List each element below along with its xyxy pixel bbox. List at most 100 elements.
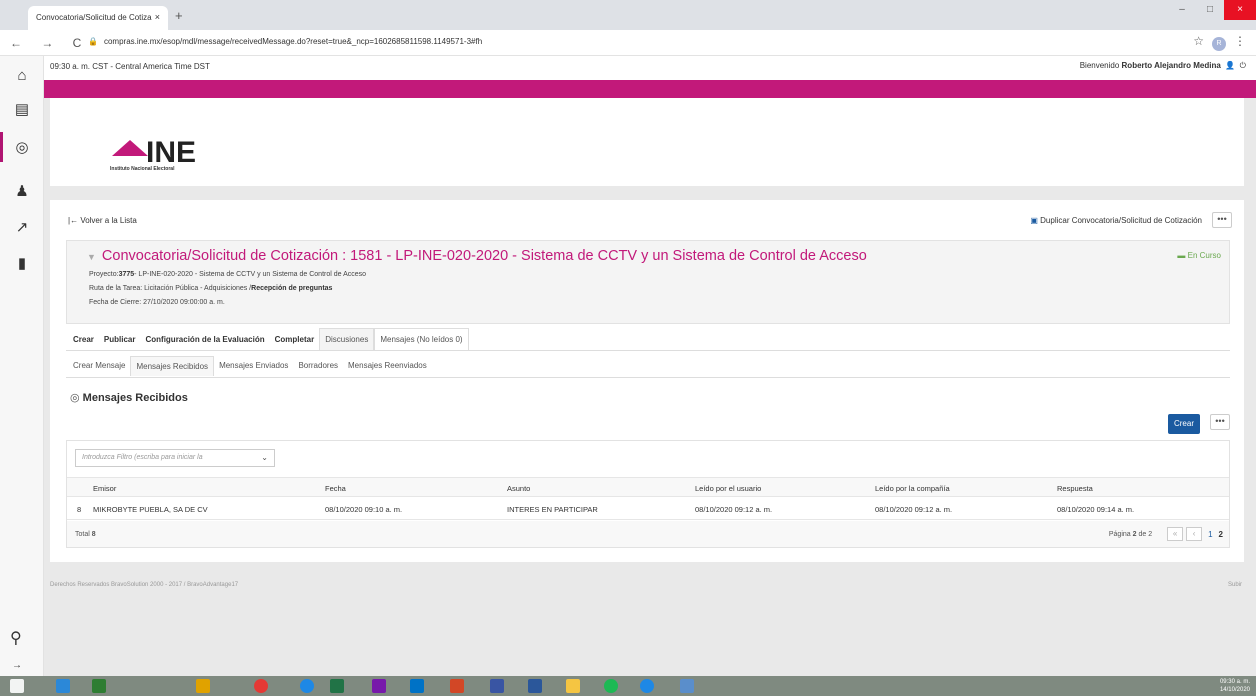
first-page-icon[interactable]: «	[1167, 527, 1184, 541]
project-label: Proyecto:	[89, 271, 119, 278]
nav-buttons[interactable]: ← → C	[10, 36, 89, 50]
documents-icon[interactable]: ▮	[12, 254, 32, 274]
back-to-top-link[interactable]: Subir	[1228, 582, 1242, 588]
cell-leido-usuario: 08/10/2020 09:12 a. m.	[695, 505, 773, 514]
powerpoint-icon[interactable]	[450, 679, 464, 693]
chevron-down-icon[interactable]: ⌄	[261, 453, 268, 462]
create-more-button[interactable]: •••	[1210, 414, 1230, 430]
browser-tab[interactable]: Convocatoria/Solicitud de Cotiza ×	[28, 6, 168, 30]
col-fecha[interactable]: Fecha	[325, 484, 346, 493]
sub-tabs: Crear Mensaje Mensajes Recibidos Mensaje…	[68, 356, 432, 376]
explorer-icon[interactable]	[196, 679, 210, 693]
more-options-button[interactable]: •••	[1212, 212, 1232, 228]
tab-mensajes[interactable]: Mensajes (No leídos 0)	[374, 328, 469, 350]
lock-icon: 🔒	[88, 37, 98, 46]
logo-subtitle: Instituto Nacional Electoral	[110, 166, 175, 172]
maximize-button[interactable]: □	[1196, 0, 1224, 20]
edge-legacy-icon[interactable]	[56, 679, 70, 693]
main-tabs: Crear Publicar Configuración de la Evalu…	[68, 328, 469, 350]
new-tab-button[interactable]: +	[175, 8, 183, 23]
active-indicator	[0, 132, 3, 162]
page-1-link[interactable]: 1	[1208, 530, 1212, 539]
kebab-menu-icon[interactable]: ⋮	[1234, 34, 1246, 48]
user-icon[interactable]: 👤	[1223, 61, 1237, 70]
outlook-icon[interactable]	[410, 679, 424, 693]
section-icon: ◎	[70, 392, 80, 404]
tab-close-icon[interactable]: ×	[155, 12, 160, 22]
copyright-text: Derechos Reservados BravoSolution 2000 -…	[50, 582, 239, 588]
back-to-list-link[interactable]: |← Volver a la Lista	[68, 216, 137, 225]
search-icon[interactable]: ⚲	[10, 628, 22, 648]
route-line: Ruta de la Tarea: Licitación Pública - A…	[89, 285, 332, 292]
tab-publicar[interactable]: Publicar	[99, 329, 141, 350]
tab-crear[interactable]: Crear	[68, 329, 99, 350]
excel-icon[interactable]	[330, 679, 344, 693]
col-asunto[interactable]: Asunto	[507, 484, 530, 493]
users-icon[interactable]: ♟	[12, 182, 32, 202]
project-id: 3775	[118, 271, 135, 278]
visio-icon[interactable]	[490, 679, 504, 693]
window-controls: – □ ×	[1168, 0, 1256, 22]
subtab-crear-mensaje[interactable]: Crear Mensaje	[68, 356, 130, 376]
onenote-icon[interactable]	[372, 679, 386, 693]
page-2-link[interactable]: 2	[1219, 530, 1223, 539]
create-button[interactable]: Crear	[1168, 414, 1200, 434]
duplicate-link[interactable]: ▣ Duplicar Convocatoria/Solicitud de Cot…	[1030, 216, 1202, 225]
edge-icon[interactable]	[300, 679, 314, 693]
home-icon[interactable]: ⌂	[12, 66, 32, 86]
spotify-icon[interactable]	[604, 679, 618, 693]
tab-completar[interactable]: Completar	[270, 329, 320, 350]
page-title: ▼ Convocatoria/Solicitud de Cotización : …	[87, 248, 867, 264]
cell-respuesta: 08/10/2020 09:14 a. m.	[1057, 505, 1135, 514]
notes-icon[interactable]	[566, 679, 580, 693]
cell-fecha: 08/10/2020 09:10 a. m.	[325, 505, 403, 514]
tab-configuracion[interactable]: Configuración de la Evaluación	[140, 329, 269, 350]
user-name[interactable]: Roberto Alejandro Medina	[1122, 61, 1221, 70]
cell-emisor[interactable]: MIKROBYTE PUEBLA, SA DE CV	[93, 505, 208, 514]
close-window-button[interactable]: ×	[1224, 0, 1256, 20]
subtab-mensajes-enviados[interactable]: Mensajes Enviados	[214, 356, 293, 376]
chrome-icon[interactable]	[254, 679, 268, 693]
power-icon[interactable]: ⏻	[1240, 61, 1246, 70]
dashboard-icon[interactable]: ▤	[12, 100, 32, 120]
subtab-mensajes-recibidos[interactable]: Mensajes Recibidos	[130, 356, 215, 376]
word-icon[interactable]	[528, 679, 542, 693]
welcome-prefix: Bienvenido	[1079, 61, 1120, 70]
table-row[interactable]: 8 MIKROBYTE PUEBLA, SA DE CV 08/10/2020 …	[67, 498, 1229, 520]
subtab-mensajes-reenviados[interactable]: Mensajes Reenviados	[343, 356, 432, 376]
tab-discusiones[interactable]: Discusiones	[319, 328, 375, 350]
col-leido-compania[interactable]: Leído por la compañía	[875, 484, 950, 493]
star-icon[interactable]: ☆	[1193, 34, 1204, 48]
logo-header: INE Instituto Nacional Electoral	[50, 98, 1244, 186]
app-icon-2[interactable]	[680, 679, 694, 693]
profile-avatar[interactable]: R	[1212, 37, 1226, 51]
url-text: compras.ine.mx/esop/mdl/message/received…	[103, 37, 483, 46]
browser-tab-bar: Convocatoria/Solicitud de Cotiza × + – □…	[0, 0, 1256, 30]
address-bar: ← → C 🔒 compras.ine.mx/esop/mdl/message/r…	[0, 30, 1256, 56]
status-icon: ▬	[1177, 251, 1186, 260]
page-label: Página	[1108, 530, 1131, 538]
url-field[interactable]: 🔒 compras.ine.mx/esop/mdl/message/receive…	[88, 37, 482, 46]
prev-page-icon[interactable]: ‹	[1186, 527, 1203, 541]
chart-icon[interactable]: ↗	[12, 218, 32, 238]
total-label: Total	[75, 531, 90, 538]
system-clock[interactable]: 09:30 a. m. 14/10/2020	[1220, 678, 1250, 694]
cell-asunto[interactable]: INTERES EN PARTICIPAR	[507, 505, 598, 514]
table-footer: Total 8 Página 2 de 2 « ‹ 1 2	[67, 521, 1229, 547]
edge-icon-2[interactable]	[640, 679, 654, 693]
page-of: de 2	[1138, 530, 1153, 538]
col-emisor[interactable]: Emisor	[93, 484, 116, 493]
windows-start-icon[interactable]	[10, 679, 24, 693]
minimize-button[interactable]: –	[1168, 0, 1196, 20]
filter-input[interactable]: Introduzca Filtro (escriba para iniciar …	[75, 449, 275, 467]
timezone-text: 09:30 a. m. CST - Central America Time D…	[50, 62, 210, 71]
col-respuesta[interactable]: Respuesta	[1057, 484, 1093, 493]
subtab-borradores[interactable]: Borradores	[293, 356, 343, 376]
col-leido-usuario[interactable]: Leído por el usuario	[695, 484, 761, 493]
globe-icon[interactable]: ◎	[12, 138, 32, 158]
app-icon[interactable]	[92, 679, 106, 693]
back-arrow-icon: |←	[68, 216, 81, 225]
left-sidebar: ⌂ ▤ ◎ ♟ ↗ ▮ ⚲ →	[0, 56, 44, 676]
collapse-caret-icon[interactable]: ▼	[87, 252, 96, 262]
expand-arrow-icon[interactable]: →	[12, 660, 22, 671]
